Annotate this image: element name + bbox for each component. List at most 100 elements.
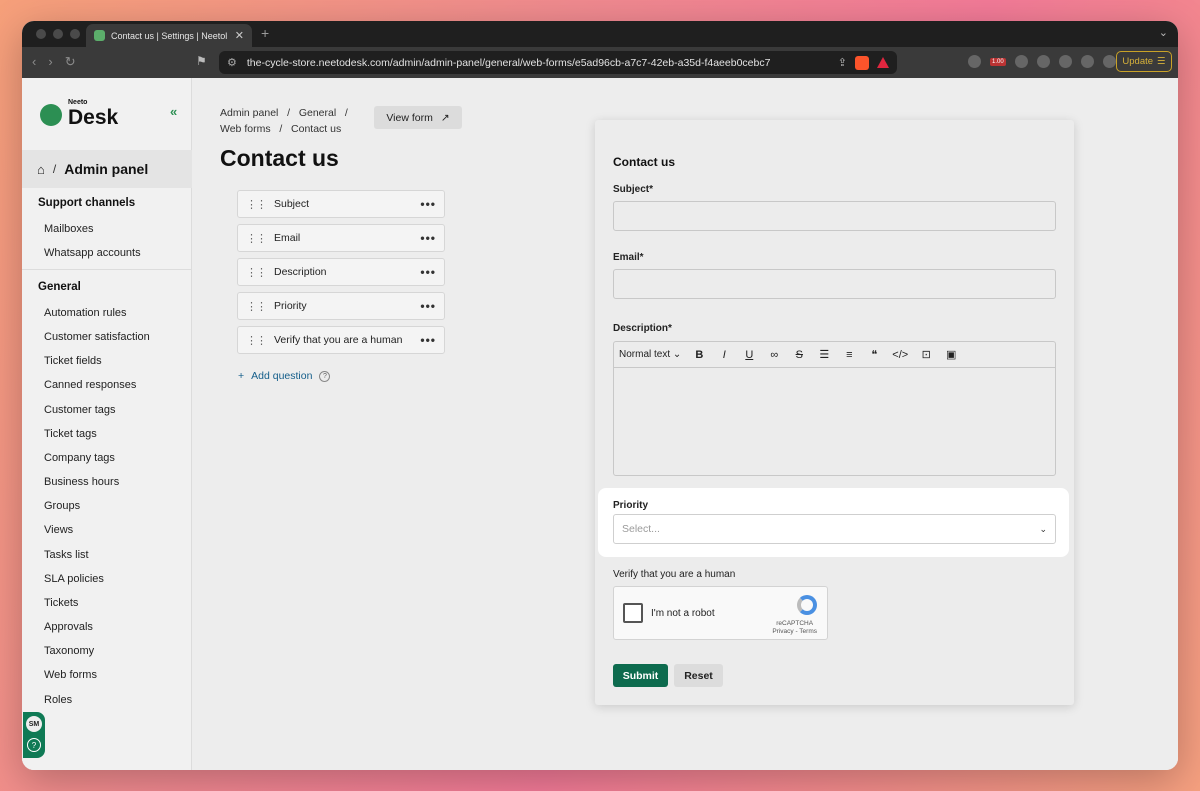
chevron-down-icon: ⌄ <box>1039 523 1047 534</box>
description-editor[interactable] <box>613 367 1056 476</box>
italic-icon[interactable]: I <box>717 349 731 361</box>
bullet-list-icon[interactable]: ☰ <box>817 348 831 361</box>
view-form-button[interactable]: View form ↗ <box>374 106 462 129</box>
more-options-icon[interactable]: ••• <box>420 299 436 313</box>
bookmark-icon[interactable]: ⚑ <box>196 54 207 68</box>
extension-badge[interactable]: 1.00 <box>990 57 1006 66</box>
subject-input[interactable] <box>613 201 1056 231</box>
minimize-window-button[interactable] <box>53 29 63 39</box>
breadcrumb-admin-panel[interactable]: Admin panel <box>220 107 278 119</box>
sidebar-item-ticket-fields[interactable]: Ticket fields <box>44 355 102 367</box>
site-settings-icon[interactable]: ⚙ <box>227 56 237 69</box>
sidebar-item-groups[interactable]: Groups <box>44 500 80 512</box>
help-icon[interactable]: ? <box>27 738 41 752</box>
back-icon[interactable]: ‹ <box>32 54 36 70</box>
sidebar: Neeto Desk « ⌂ / Admin panel Support cha… <box>22 78 192 770</box>
recaptcha-checkbox[interactable] <box>623 603 643 623</box>
question-item[interactable]: ⋮⋮ Subject ••• <box>237 190 445 218</box>
more-options-icon[interactable]: ••• <box>420 265 436 279</box>
question-item[interactable]: ⋮⋮ Verify that you are a human ••• <box>237 326 445 354</box>
question-item[interactable]: ⋮⋮ Description ••• <box>237 258 445 286</box>
drag-handle-icon[interactable]: ⋮⋮ <box>246 300 267 313</box>
sidebar-item-approvals[interactable]: Approvals <box>44 621 93 633</box>
sidebar-toggle-icon[interactable] <box>1080 55 1094 68</box>
sidebar-item-views[interactable]: Views <box>44 524 73 536</box>
browser-tab[interactable]: Contact us | Settings | Neetol ✕ <box>86 24 252 47</box>
strikethrough-icon[interactable]: S <box>792 349 806 361</box>
question-item[interactable]: ⋮⋮ Priority ••• <box>237 292 445 320</box>
code-icon[interactable]: </> <box>892 349 908 361</box>
sidebar-item-tasks-list[interactable]: Tasks list <box>44 549 89 561</box>
home-icon[interactable]: ⌂ <box>37 162 45 177</box>
window-controls[interactable] <box>36 29 80 39</box>
zoom-window-button[interactable] <box>70 29 80 39</box>
sidebar-item-ticket-tags[interactable]: Ticket tags <box>44 428 97 440</box>
sidebar-item-tickets[interactable]: Tickets <box>44 597 78 609</box>
breadcrumb-general[interactable]: General <box>299 107 336 119</box>
underline-icon[interactable]: U <box>742 349 756 361</box>
drag-handle-icon[interactable]: ⋮⋮ <box>246 232 267 245</box>
link-icon[interactable]: ∞ <box>767 349 781 361</box>
sidebar-item-taxonomy[interactable]: Taxonomy <box>44 645 94 657</box>
close-window-button[interactable] <box>36 29 46 39</box>
sidebar-item-customer-tags[interactable]: Customer tags <box>44 404 116 416</box>
sidebar-item-automation-rules[interactable]: Automation rules <box>44 307 127 319</box>
add-question-button[interactable]: + Add question ? <box>238 370 331 382</box>
breadcrumb-separator: / <box>339 107 348 119</box>
brave-shields-icon[interactable] <box>855 55 869 70</box>
close-tab-icon[interactable]: ✕ <box>235 29 244 42</box>
extensions-puzzle-icon[interactable] <box>1058 55 1072 68</box>
reset-button[interactable]: Reset <box>674 664 723 687</box>
sidebar-item-sla-policies[interactable]: SLA policies <box>44 573 104 585</box>
sidebar-item-customer-satisfaction[interactable]: Customer satisfaction <box>44 331 150 343</box>
sidebar-item-mailboxes[interactable]: Mailboxes <box>44 223 94 235</box>
url-text[interactable]: the-cycle-store.neetodesk.com/admin/admi… <box>247 57 830 69</box>
forward-icon[interactable]: › <box>48 54 52 70</box>
tab-title: Contact us | Settings | Neetol <box>111 30 228 41</box>
drag-handle-icon[interactable]: ⋮⋮ <box>246 334 267 347</box>
sidebar-item-web-forms[interactable]: Web forms <box>44 669 97 681</box>
collapse-sidebar-icon[interactable]: « <box>170 104 177 119</box>
reload-icon[interactable]: ↻ <box>65 54 76 70</box>
brand-logo[interactable]: Neeto Desk <box>40 99 119 130</box>
email-input[interactable] <box>613 269 1056 299</box>
image-icon[interactable]: ▣ <box>944 348 958 361</box>
more-options-icon[interactable]: ••• <box>420 231 436 245</box>
leo-ai-icon[interactable] <box>1102 55 1116 68</box>
drag-handle-icon[interactable]: ⋮⋮ <box>246 198 267 211</box>
sidebar-item-roles[interactable]: Roles <box>44 694 72 706</box>
breadcrumb-separator: / <box>52 162 57 176</box>
new-tab-icon[interactable]: + <box>261 25 269 41</box>
code-block-icon[interactable]: ⊡ <box>919 348 933 361</box>
more-options-icon[interactable]: ••• <box>420 333 436 347</box>
sidebar-item-whatsapp-accounts[interactable]: Whatsapp accounts <box>44 247 141 259</box>
more-options-icon[interactable]: ••• <box>420 197 436 211</box>
share-icon[interactable]: ⇪ <box>838 56 847 69</box>
recaptcha-links[interactable]: Privacy - Terms <box>772 628 817 636</box>
help-circle-icon[interactable]: ? <box>319 370 331 382</box>
drag-handle-icon[interactable]: ⋮⋮ <box>246 266 267 279</box>
address-bar[interactable]: ⚙ the-cycle-store.neetodesk.com/admin/ad… <box>219 51 897 74</box>
breadcrumb-web-forms[interactable]: Web forms <box>220 123 271 135</box>
user-floating-widget: SM ? <box>23 712 45 758</box>
extension-1-icon[interactable] <box>968 55 981 68</box>
text-format-dropdown[interactable]: Normal text ⌄ <box>619 349 681 360</box>
update-button[interactable]: Update ☰ <box>1116 51 1172 72</box>
extension-3-icon[interactable] <box>1036 55 1050 68</box>
tab-list-chevron-icon[interactable]: ⌄ <box>1159 26 1168 39</box>
numbered-list-icon[interactable]: ≡ <box>842 349 856 361</box>
sidebar-item-canned-responses[interactable]: Canned responses <box>44 379 136 391</box>
submit-button[interactable]: Submit <box>613 664 668 687</box>
sidebar-item-company-tags[interactable]: Company tags <box>44 452 115 464</box>
sidebar-item-business-hours[interactable]: Business hours <box>44 476 119 488</box>
bold-icon[interactable]: B <box>692 349 706 361</box>
extension-2-icon[interactable] <box>1014 55 1028 68</box>
quote-icon[interactable]: ❝ <box>867 348 881 361</box>
brave-rewards-icon[interactable] <box>877 57 889 68</box>
question-item[interactable]: ⋮⋮ Email ••• <box>237 224 445 252</box>
brand-big: Desk <box>68 106 119 129</box>
priority-select[interactable]: Select... ⌄ <box>613 514 1056 544</box>
sidebar-breadcrumb-label[interactable]: Admin panel <box>64 161 148 177</box>
neeto-logo-icon <box>40 104 62 126</box>
avatar[interactable]: SM <box>26 716 42 732</box>
